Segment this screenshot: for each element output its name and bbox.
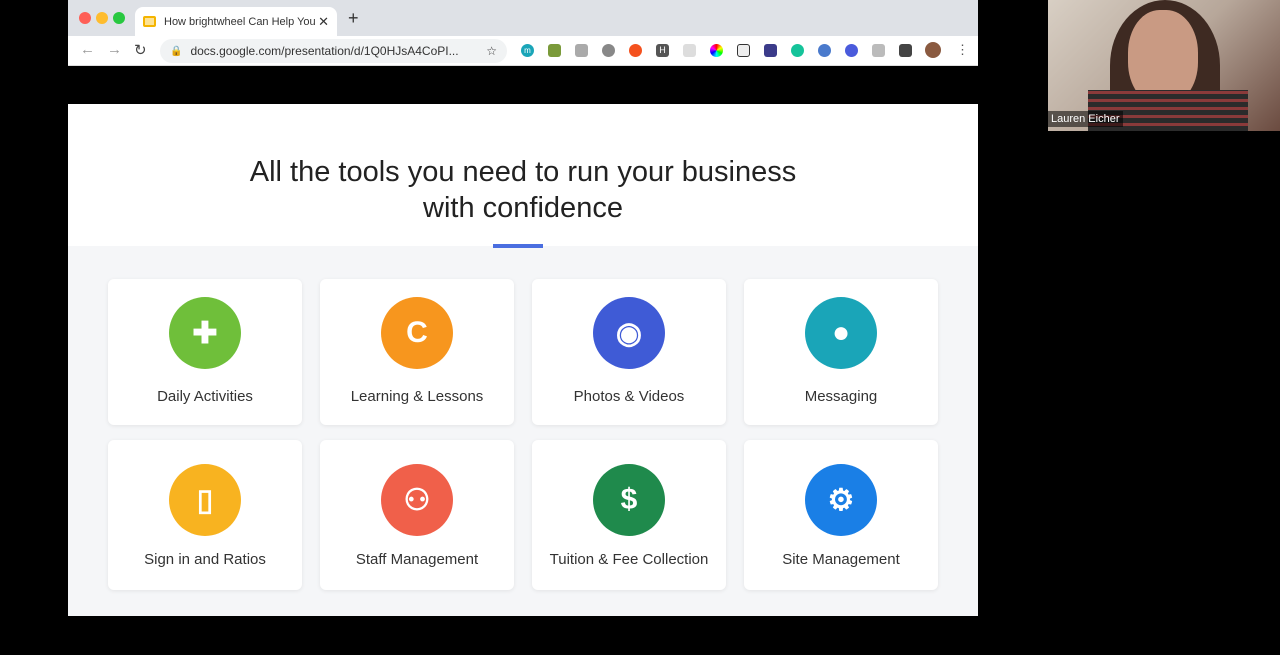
feature-label: Site Management	[782, 551, 900, 568]
extension-duck-icon[interactable]	[737, 44, 750, 57]
slide-title: All the tools you need to run your busin…	[68, 154, 978, 226]
feature-label: Messaging	[804, 388, 878, 405]
menu-kebab-icon[interactable]: ⋮	[956, 42, 969, 58]
extension-blue-icon[interactable]	[845, 44, 858, 57]
blocks-icon: C	[381, 297, 453, 369]
extension-clock-icon[interactable]	[818, 44, 831, 57]
slides-favicon-icon	[143, 16, 156, 27]
tab-title: How brightwheel Can Help You	[164, 15, 316, 28]
door-check-icon: ▯	[169, 464, 241, 536]
camera-icon: ◉	[593, 297, 665, 369]
url-text: docs.google.com/presentation/d/1Q0HJsA4C…	[190, 44, 459, 58]
feature-label: Staff Management	[355, 551, 479, 568]
close-tab-icon[interactable]: ✕	[318, 14, 329, 30]
webcam-tile: Lauren Eicher	[1048, 0, 1280, 131]
participant-name: Lauren Eicher	[1048, 111, 1123, 127]
feature-card: ⚇ Staff Management	[320, 440, 514, 590]
mouse-cursor	[991, 184, 997, 196]
tab-bar: How brightwheel Can Help You ✕ +	[68, 0, 978, 36]
feature-card: ● Messaging	[744, 279, 938, 425]
browser-window: How brightwheel Can Help You ✕ + ← → ↻ 🔒…	[68, 0, 997, 655]
group-icon: ⚇	[381, 464, 453, 536]
extension-code-icon[interactable]	[575, 44, 588, 57]
feature-label: Learning & Lessons	[350, 388, 484, 405]
extension-h-icon[interactable]: H	[656, 44, 669, 57]
feature-card: ◉ Photos & Videos	[532, 279, 726, 425]
browser-toolbar: ← → ↻ 🔒 docs.google.com/presentation/d/1…	[68, 36, 978, 66]
close-window-button[interactable]	[79, 12, 91, 24]
feature-label: Photos & Videos	[573, 388, 685, 405]
extension-color-icon[interactable]	[710, 44, 723, 57]
feature-label: Daily Activities	[157, 388, 253, 405]
extension-circle-icon[interactable]	[602, 44, 615, 57]
profile-avatar[interactable]	[925, 42, 941, 58]
extension-gray-icon[interactable]	[872, 44, 885, 57]
browser-tab[interactable]: How brightwheel Can Help You ✕	[135, 7, 337, 36]
minimize-window-button[interactable]	[96, 12, 108, 24]
accent-underline	[493, 244, 543, 248]
back-icon[interactable]: ←	[80, 41, 95, 58]
extension-m-icon[interactable]: m	[521, 44, 534, 57]
grammarly-icon[interactable]	[791, 44, 804, 57]
extension-scissors-icon[interactable]	[683, 44, 696, 57]
new-tab-button[interactable]: +	[348, 8, 359, 29]
title-line-1: All the tools you need to run your busin…	[249, 156, 797, 188]
dollar-icon: $	[593, 464, 665, 536]
maximize-window-button[interactable]	[113, 12, 125, 24]
address-bar[interactable]: 🔒 docs.google.com/presentation/d/1Q0HJsA…	[160, 39, 507, 63]
reload-icon[interactable]: ↻	[134, 41, 147, 59]
slide-header: All the tools you need to run your busin…	[68, 104, 978, 246]
gear-icon: ⚙	[805, 464, 877, 536]
extension-orange-icon[interactable]	[629, 44, 642, 57]
feature-card: ⚙ Site Management	[744, 440, 938, 590]
extension-purple-icon[interactable]	[764, 44, 777, 57]
feature-card: ▯ Sign in and Ratios	[108, 440, 302, 590]
presentation-slide: All the tools you need to run your busin…	[68, 104, 978, 616]
feature-label: Sign in and Ratios	[144, 551, 266, 568]
lock-icon: 🔒	[170, 45, 183, 57]
chat-bubble-icon: ●	[805, 297, 877, 369]
feature-card: C Learning & Lessons	[320, 279, 514, 425]
puzzle-icon: ✚	[169, 297, 241, 369]
feature-label: Tuition & Fee Collection	[549, 551, 709, 568]
title-line-2: with confidence	[423, 192, 623, 224]
feature-card: ✚ Daily Activities	[108, 279, 302, 425]
extensions-puzzle-icon[interactable]	[899, 44, 912, 57]
forward-icon[interactable]: →	[107, 41, 122, 58]
extension-plant-icon[interactable]	[548, 44, 561, 57]
bookmark-star-icon[interactable]: ☆	[486, 44, 497, 58]
feature-card: $ Tuition & Fee Collection	[532, 440, 726, 590]
